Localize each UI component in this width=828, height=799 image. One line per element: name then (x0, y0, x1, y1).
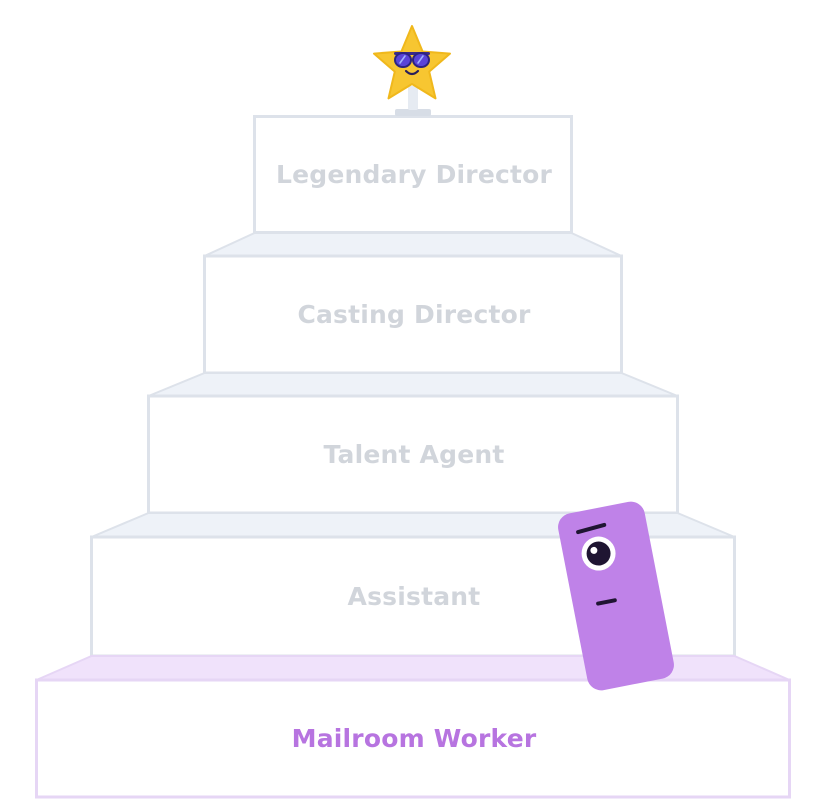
tier-ledge (203, 232, 623, 257)
tier-box-legendary-director (253, 115, 573, 234)
tier-box-mailroom-worker (35, 678, 791, 799)
career-ladder-diagram: Legendary Director Casting Director Tale… (0, 0, 828, 799)
tier-ledge-active (35, 655, 791, 681)
ladder-graphic (35, 25, 791, 799)
tier-ledge (147, 372, 679, 397)
tier-box-talent-agent (147, 394, 679, 515)
tier-box-casting-director (203, 254, 623, 375)
